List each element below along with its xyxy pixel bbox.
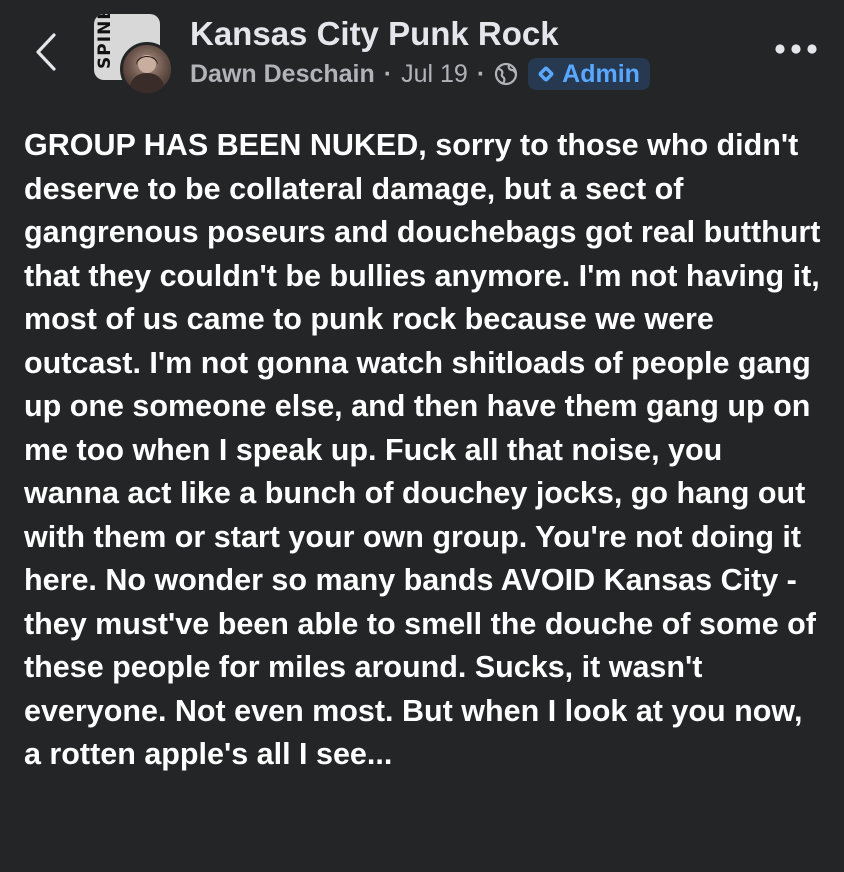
post-header: SPINE Kansas City Punk Rock Dawn Deschai… — [0, 0, 844, 110]
more-options-button[interactable] — [770, 28, 822, 74]
admin-badge[interactable]: Admin — [528, 58, 650, 90]
globe-icon — [494, 62, 518, 86]
group-avatar[interactable]: SPINE — [94, 14, 174, 96]
diamond-icon — [536, 64, 556, 84]
author-name[interactable]: Dawn Deschain — [190, 60, 375, 89]
back-button[interactable] — [22, 26, 70, 82]
post-text: GROUP HAS BEEN NUKED, sorry to those who… — [24, 128, 821, 771]
post-meta: Dawn Deschain · Jul 19 · Admin — [190, 56, 650, 92]
group-name[interactable]: Kansas City Punk Rock — [190, 14, 559, 54]
group-cover-logo: SPINE — [95, 14, 115, 69]
meta-separator: · — [476, 59, 486, 88]
admin-badge-label: Admin — [562, 59, 640, 88]
author-avatar[interactable] — [120, 42, 174, 96]
chevron-left-icon — [35, 32, 57, 76]
post-date[interactable]: Jul 19 — [401, 60, 468, 89]
more-horizontal-icon — [774, 42, 818, 60]
meta-separator: · — [383, 59, 393, 88]
